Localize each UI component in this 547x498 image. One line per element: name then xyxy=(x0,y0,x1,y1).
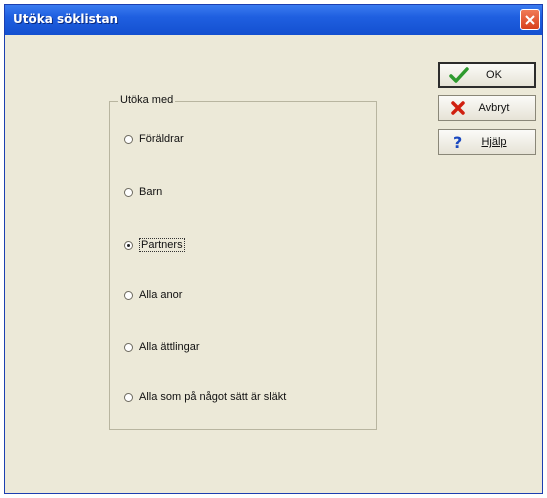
radio-label: Partners xyxy=(139,238,185,252)
radio-label: Alla som på något sätt är släkt xyxy=(139,391,287,403)
title-bar[interactable]: Utöka söklistan xyxy=(5,5,542,35)
expand-with-groupbox: Utöka med Föräldrar Barn Partners Alla a… xyxy=(109,94,377,430)
radio-all-descendants[interactable]: Alla ättlingar xyxy=(124,341,200,353)
window-title: Utöka söklistan xyxy=(13,12,119,26)
radio-all-related[interactable]: Alla som på något sätt är släkt xyxy=(124,391,286,403)
help-label: Hjälp xyxy=(481,136,507,148)
ok-label: OK xyxy=(486,69,502,81)
radio-children[interactable]: Barn xyxy=(124,186,162,198)
radio-button[interactable] xyxy=(124,187,133,197)
cancel-label: Avbryt xyxy=(478,102,510,114)
close-button[interactable] xyxy=(520,9,540,30)
radio-label: Föräldrar xyxy=(139,133,184,145)
radio-button[interactable] xyxy=(124,290,133,300)
checkmark-icon xyxy=(448,67,470,83)
x-icon xyxy=(447,101,469,115)
cancel-button[interactable]: Avbryt xyxy=(438,95,536,121)
help-button[interactable]: ? Hjälp xyxy=(438,129,536,155)
ok-button[interactable]: OK xyxy=(438,62,536,88)
close-icon xyxy=(525,14,535,25)
radio-partners[interactable]: Partners xyxy=(124,238,185,252)
group-legend: Utöka med xyxy=(118,94,176,106)
radio-label: Barn xyxy=(139,186,163,198)
radio-button[interactable] xyxy=(124,392,133,402)
radio-label: Alla ättlingar xyxy=(139,341,200,353)
dialog-window: Utöka söklistan Utöka med Föräldrar Barn… xyxy=(4,4,543,494)
radio-button[interactable] xyxy=(124,240,133,250)
radio-button[interactable] xyxy=(124,342,133,352)
radio-parents[interactable]: Föräldrar xyxy=(124,133,184,145)
radio-label: Alla anor xyxy=(139,289,183,301)
svg-text:?: ? xyxy=(453,134,462,150)
question-icon: ? xyxy=(447,134,469,150)
radio-all-ancestors[interactable]: Alla anor xyxy=(124,289,182,301)
radio-button[interactable] xyxy=(124,134,133,144)
